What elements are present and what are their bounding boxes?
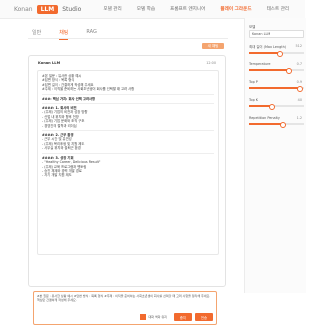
slider-fill	[249, 123, 282, 125]
message-line: #주제 : 이직을 준비하는 사회초년생이 회사를 선택할 때 고려 사항	[42, 87, 135, 92]
parameter-value: 0.7	[296, 62, 302, 66]
send-button[interactable]: 전송	[194, 313, 213, 321]
parameter-row: 최대 길이 (Max Length) 512	[249, 44, 304, 57]
model-select-row: 모델 Konan LLM	[249, 24, 304, 38]
slider-handle[interactable]	[277, 50, 284, 57]
parameter-value: 40	[297, 98, 302, 102]
message-separator	[42, 130, 214, 132]
brand-llm-badge: LLM	[36, 4, 59, 14]
brand-konan: Konan	[14, 5, 33, 13]
parameter-row: Repetition Penalty 1.2	[249, 116, 304, 128]
message-line: - 사무실 위치와 출퇴근 환경	[42, 146, 81, 151]
parameter-slider[interactable]	[249, 85, 304, 92]
slider-handle[interactable]	[285, 67, 292, 74]
parameter-slider[interactable]	[249, 103, 304, 110]
nav-test-management[interactable]: 테스트 관리	[267, 6, 290, 12]
parameter-value: 0.9	[296, 80, 302, 84]
prompt-input[interactable]: #본 질문 : 유사한 상황 예시 #답변 방식 : 목록 형식 #주제 : 이…	[33, 291, 217, 325]
assistant-message: #본 질문 : 유사한 상황 예시 #답변 방식 : 목록 형식 #답변 길이 : …	[37, 70, 219, 255]
parameter-slider[interactable]	[249, 67, 304, 74]
stop-button[interactable]: 중지	[173, 313, 192, 321]
nav-prompt-engineer[interactable]: 프롬프트 엔지니어	[170, 6, 205, 12]
chat-panel: Konan LLM 12:00 #본 질문 : 유사한 상황 예시 #답변 방식 …	[28, 55, 226, 325]
parameter-value: 512	[295, 44, 302, 48]
top-navigation-bar: Konan LLM Studio 모델 관리 모델 학습 프롬프트 엔지니어 플…	[0, 0, 305, 19]
parameter-slider[interactable]	[249, 121, 304, 128]
message-header: Konan LLM 12:00	[35, 60, 219, 68]
brand-studio: Studio	[62, 5, 82, 13]
message-line: - 자기 개발 지원 제도	[42, 173, 72, 178]
new-chat-button[interactable]: 새 채팅	[202, 43, 224, 49]
message-time: 12:00	[206, 61, 216, 65]
parameter-label: Top K	[249, 98, 259, 102]
input-actions: 대화 맥락 유지 중지 전송	[140, 313, 213, 321]
keep-context-checkbox[interactable]	[140, 314, 147, 320]
parameter-row: Temperature 0.7	[249, 62, 304, 74]
nav-model-training[interactable]: 모델 학습	[137, 6, 155, 12]
nav-playground[interactable]: 플레이 그라운드	[220, 6, 251, 12]
prompt-text: #본 질문 : 유사한 상황 예시 #답변 방식 : 목록 형식 #주제 : 이…	[37, 294, 211, 302]
parameter-slider[interactable]	[249, 50, 304, 57]
parameter-row: Top P 0.9	[249, 80, 304, 92]
message-sender: Konan LLM	[38, 61, 61, 65]
message-line: - 경영진의 철학과 리더십	[42, 123, 77, 128]
model-select[interactable]: Konan LLM	[249, 30, 304, 38]
slider-fill	[249, 69, 288, 71]
slider-fill	[249, 52, 280, 54]
message-separator	[42, 152, 214, 154]
nav-model-management[interactable]: 모델 관리	[103, 6, 121, 12]
parameter-panel: 모델 Konan LLM 최대 길이 (Max Length) 512 Temper…	[244, 18, 306, 293]
slider-fill	[249, 105, 271, 107]
slider-handle[interactable]	[269, 103, 275, 110]
message-separator	[42, 93, 214, 95]
model-label: 모델	[249, 25, 256, 29]
keep-context-label: 대화 맥락 유지	[148, 315, 167, 319]
slider-handle[interactable]	[280, 121, 286, 128]
main-nav: 모델 관리 모델 학습 프롬프트 엔지니어 플레이 그라운드 테스트 관리	[103, 6, 304, 12]
parameter-row: Top K 40	[249, 98, 304, 110]
brand-logo[interactable]: Konan LLM Studio	[14, 4, 82, 14]
message-body: #본 질문 : 유사한 상황 예시 #답변 방식 : 목록 형식 #답변 길이 : …	[38, 71, 218, 181]
parameter-value: 1.2	[296, 116, 302, 120]
tab-divider	[28, 38, 228, 39]
message-separator	[42, 103, 214, 105]
message-heading: ###: 핵심 가치: 회사 선택 고려사항	[42, 96, 96, 101]
slider-handle[interactable]	[296, 85, 303, 92]
slider-fill	[249, 87, 299, 89]
